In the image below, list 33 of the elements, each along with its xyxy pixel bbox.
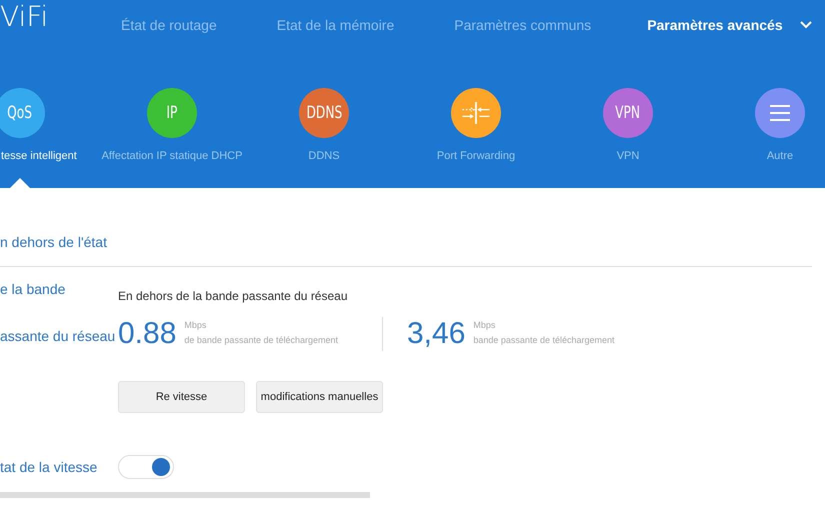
field-label: tat de la vitesse xyxy=(0,459,98,475)
action-button[interactable]: modifications manuelles xyxy=(256,381,383,413)
feature-icon[interactable]: IP xyxy=(147,88,197,138)
feature-label[interactable]: DDNS xyxy=(308,150,340,162)
logo: ViFi xyxy=(0,0,50,32)
feature-label[interactable]: Affectation IP statique DHCP xyxy=(102,150,242,162)
feature-label[interactable]: Port Forwarding xyxy=(436,150,516,162)
speed-caption: bande passante de téléchargement xyxy=(473,335,614,345)
speed-value: 3,46 xyxy=(407,317,466,351)
section-title: n dehors de l'état xyxy=(0,188,812,267)
speed-caption: de bande passante de téléchargement xyxy=(184,335,338,345)
nav-tab[interactable]: Paramètres communs xyxy=(443,17,602,33)
action-button[interactable]: Re vitesse xyxy=(118,381,245,413)
nav-tab[interactable]: Paramètres avancés xyxy=(636,17,794,33)
speed-unit: Mbps xyxy=(184,320,208,330)
bandwidth-heading: En dehors de la bande passante du réseau xyxy=(118,289,349,303)
selection-pointer xyxy=(10,178,30,188)
feature-icon[interactable] xyxy=(755,88,805,138)
feature-icon[interactable]: DDNS xyxy=(299,88,349,138)
feature-icon[interactable]: QoS xyxy=(0,88,45,138)
feature-icon[interactable]: VPN xyxy=(603,88,653,138)
feature-label[interactable]: Autre xyxy=(766,150,794,162)
feature-label[interactable]: VPN xyxy=(616,150,640,162)
feature-icon[interactable] xyxy=(451,88,501,138)
field-label: e la bande xyxy=(0,281,66,297)
field-label: assante du réseau xyxy=(0,328,116,344)
speed-unit: Mbps xyxy=(473,320,496,330)
speed-value: 0.88 xyxy=(118,317,176,351)
nav-tab[interactable]: État de routage xyxy=(110,17,228,33)
feature-label[interactable]: tesse intelligent xyxy=(1,150,77,162)
nav-tab[interactable]: Etat de la mémoire xyxy=(266,17,406,33)
chevron-down-icon[interactable] xyxy=(800,21,812,29)
toggle-switch[interactable] xyxy=(118,455,174,479)
